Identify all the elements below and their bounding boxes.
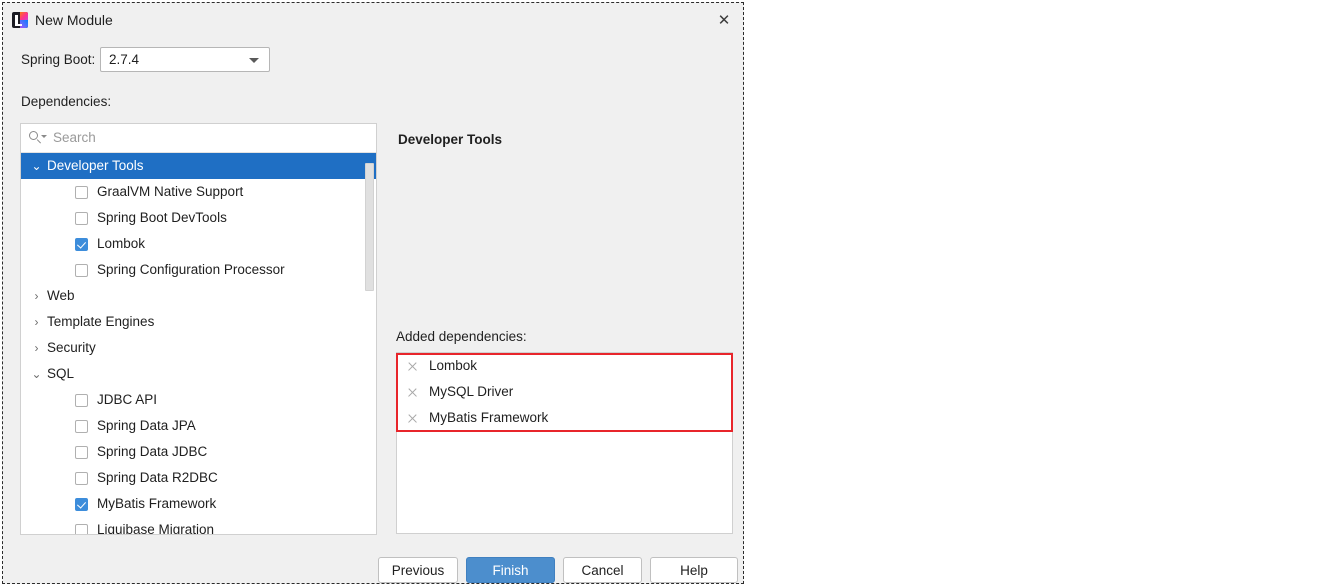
- chevron-right-icon[interactable]: ›: [28, 290, 45, 302]
- tree-scrollbar[interactable]: [364, 153, 375, 534]
- search-input[interactable]: Search: [53, 129, 96, 147]
- search-row[interactable]: Search: [21, 124, 376, 153]
- tree-row-label: Developer Tools: [47, 158, 144, 173]
- tree-row-label: Liquibase Migration: [97, 522, 215, 535]
- spring-boot-label: Spring Boot:: [21, 52, 96, 67]
- tree-group-row[interactable]: › Security: [21, 335, 376, 361]
- dependency-checkbox[interactable]: [75, 393, 88, 407]
- dependency-checkbox[interactable]: [75, 419, 88, 433]
- tree-item-row[interactable]: Liquibase Migration: [21, 517, 376, 535]
- chevron-right-icon[interactable]: ›: [28, 316, 45, 328]
- tree-row-label: Spring Data R2DBC: [97, 470, 218, 485]
- detail-panel-title: Developer Tools: [398, 132, 503, 147]
- help-button[interactable]: Help: [650, 557, 738, 583]
- tree-group-row[interactable]: ⌄ SQL: [21, 361, 376, 387]
- added-dependency-row[interactable]: MyBatis Framework: [397, 405, 732, 431]
- dependencies-tree-panel: Search ⌄ Developer Tools GraalVM Native Su…: [20, 123, 377, 535]
- dependencies-tree: ⌄ Developer Tools GraalVM Native Support Sp…: [21, 153, 376, 535]
- chevron-down-icon[interactable]: ⌄: [28, 160, 45, 172]
- close-icon[interactable]: [406, 386, 419, 399]
- chevron-down-icon: [249, 58, 259, 63]
- dependency-checkbox[interactable]: [75, 523, 88, 534]
- tree-item-row[interactable]: MyBatis Framework: [21, 491, 376, 517]
- dependency-checkbox[interactable]: [75, 185, 88, 199]
- intellij-idea-icon: [12, 12, 28, 28]
- added-dependency-label: Lombok: [429, 358, 478, 373]
- tree-group-row[interactable]: ⌄ Developer Tools: [21, 153, 376, 179]
- tree-row-label: JDBC API: [97, 392, 158, 407]
- dependencies-label: Dependencies:: [21, 94, 112, 109]
- tree-item-row[interactable]: GraalVM Native Support: [21, 179, 376, 205]
- tree-item-row[interactable]: Spring Data JPA: [21, 413, 376, 439]
- added-dependency-row[interactable]: Lombok: [397, 353, 732, 379]
- dialog-title: New Module: [35, 12, 113, 28]
- added-dependencies-list: Lombok MySQL Driver MyBatis Framework: [396, 352, 733, 534]
- close-icon[interactable]: ✕: [711, 8, 737, 32]
- finish-button[interactable]: Finish: [466, 557, 555, 583]
- tree-row-label: Spring Boot DevTools: [97, 210, 227, 225]
- tree-row-label: Spring Configuration Processor: [97, 262, 285, 277]
- tree-row-label: Spring Data JDBC: [97, 444, 208, 459]
- tree-group-row[interactable]: › Template Engines: [21, 309, 376, 335]
- added-dependency-row[interactable]: MySQL Driver: [397, 379, 732, 405]
- tree-item-row[interactable]: Spring Boot DevTools: [21, 205, 376, 231]
- added-dependency-label: MyBatis Framework: [429, 410, 549, 425]
- spring-boot-version-select[interactable]: 2.7.4: [100, 47, 270, 72]
- tree-item-row[interactable]: JDBC API: [21, 387, 376, 413]
- tree-row-label: MyBatis Framework: [97, 496, 217, 511]
- dependency-checkbox[interactable]: [75, 211, 88, 225]
- tree-row-label: Security: [47, 340, 96, 355]
- search-icon: [29, 130, 47, 146]
- cancel-button[interactable]: Cancel: [563, 557, 642, 583]
- tree-row-label: GraalVM Native Support: [97, 184, 244, 199]
- tree-row-label: Template Engines: [47, 314, 155, 329]
- added-dependencies-label: Added dependencies:: [396, 329, 527, 344]
- chevron-down-icon[interactable]: ⌄: [28, 368, 45, 380]
- tree-row-label: Web: [47, 288, 75, 303]
- tree-item-row[interactable]: Lombok: [21, 231, 376, 257]
- tree-scrollbar-thumb[interactable]: [365, 163, 374, 291]
- new-module-dialog: New Module ✕ Spring Boot: 2.7.4 Dependen…: [2, 2, 744, 584]
- added-dependency-label: MySQL Driver: [429, 384, 514, 399]
- chevron-right-icon[interactable]: ›: [28, 342, 45, 354]
- close-icon[interactable]: [406, 360, 419, 373]
- tree-row-label: Spring Data JPA: [97, 418, 196, 433]
- previous-button[interactable]: Previous: [378, 557, 458, 583]
- dependency-checkbox[interactable]: [75, 445, 88, 459]
- tree-item-row[interactable]: Spring Data JDBC: [21, 439, 376, 465]
- dependency-checkbox[interactable]: [75, 263, 88, 277]
- tree-row-label: SQL: [47, 366, 75, 381]
- dependency-checkbox[interactable]: [75, 471, 88, 485]
- spring-boot-version-value: 2.7.4: [109, 52, 140, 67]
- dialog-titlebar: New Module ✕: [3, 3, 743, 36]
- close-icon[interactable]: [406, 412, 419, 425]
- dependency-checkbox[interactable]: [75, 497, 88, 511]
- screen: New Module ✕ Spring Boot: 2.7.4 Dependen…: [0, 0, 1322, 586]
- tree-item-row[interactable]: Spring Configuration Processor: [21, 257, 376, 283]
- tree-row-label: Lombok: [97, 236, 146, 251]
- tree-item-row[interactable]: Spring Data R2DBC: [21, 465, 376, 491]
- tree-group-row[interactable]: › Web: [21, 283, 376, 309]
- dependency-checkbox[interactable]: [75, 237, 88, 251]
